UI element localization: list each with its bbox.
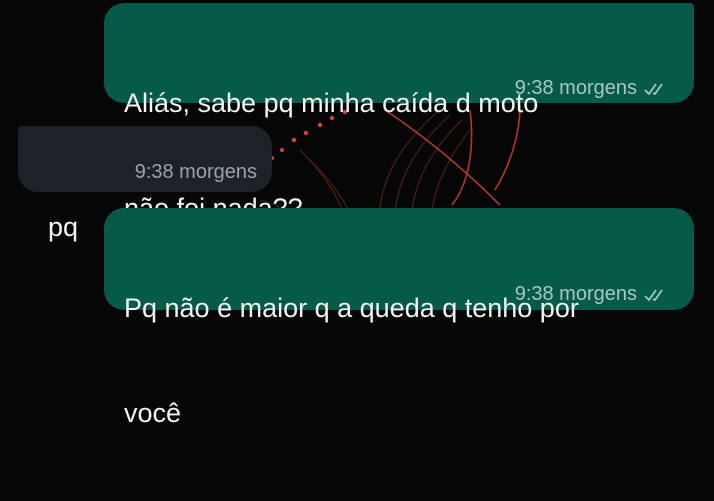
message-bubble-outgoing[interactable]: Pq não é maior q a queda q tenho por voc…: [104, 208, 694, 428]
message-bubble-outgoing[interactable]: Aliás, sabe pq minha caída d moto não fo…: [104, 3, 694, 223]
message-text: pq: [48, 140, 78, 315]
double-check-icon: [644, 288, 663, 301]
message-line: Aliás, sabe pq minha caída d moto: [124, 88, 539, 118]
message-meta: 9:38 morgens: [515, 71, 670, 106]
message-time: 9:38 morgens: [514, 77, 637, 99]
message-time: 9:38 morgens: [514, 283, 637, 305]
message-meta: 9:38 morgens: [135, 155, 257, 190]
message-line: você: [124, 398, 182, 428]
double-check-icon: [644, 82, 663, 95]
message-text: Pq não é maior q a queda q tenho por voc…: [124, 221, 579, 501]
message-bubble-incoming[interactable]: pq 9:38 morgens: [18, 126, 272, 242]
message-line: Pq não é maior q a queda q tenho por: [124, 293, 579, 323]
message-time: 9:38 morgens: [134, 161, 257, 183]
message-meta: 9:38 morgens: [515, 277, 670, 312]
message-line: pq: [48, 212, 79, 242]
